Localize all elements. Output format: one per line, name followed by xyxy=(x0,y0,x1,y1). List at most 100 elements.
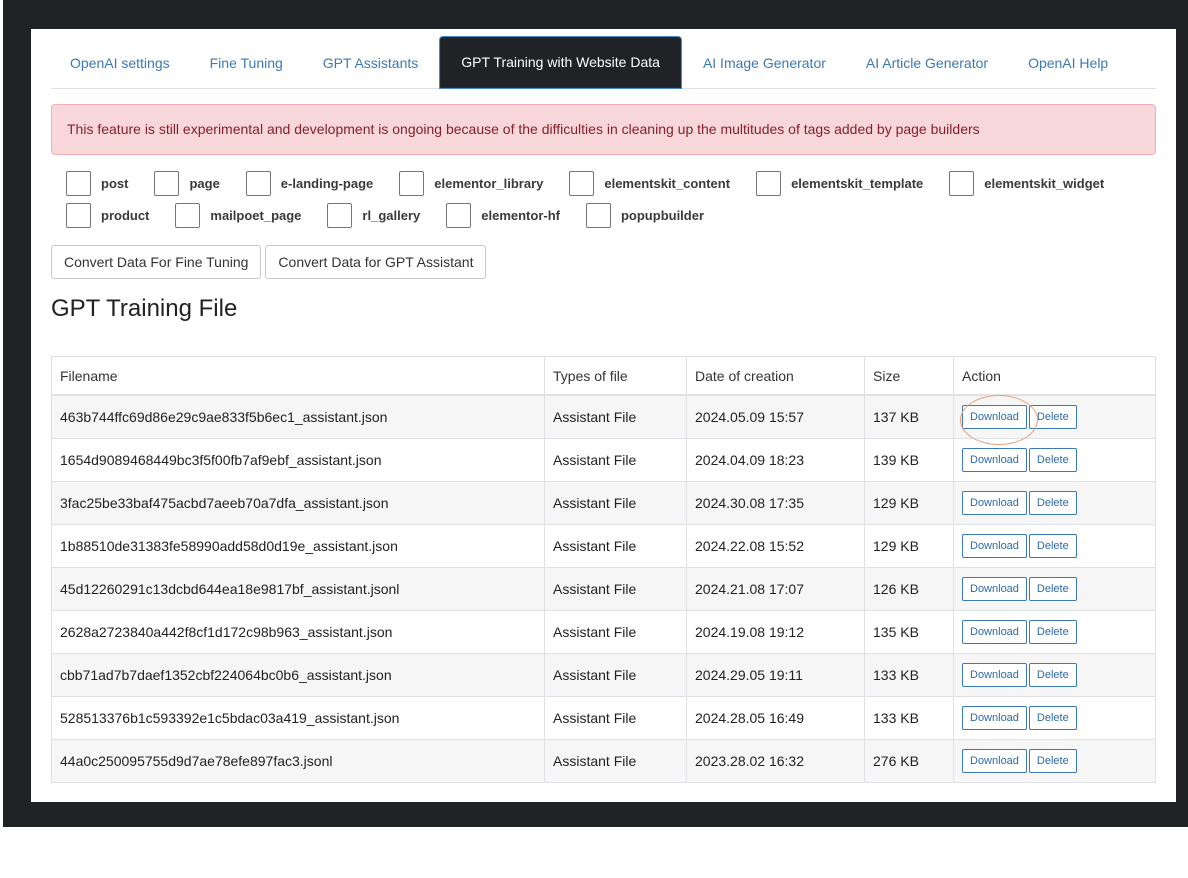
tab-ai-article-generator[interactable]: AI Article Generator xyxy=(847,38,1007,88)
post-type-checkbox[interactable] xyxy=(175,202,201,228)
post-type-option[interactable]: mailpoet_page xyxy=(175,202,313,228)
delete-button[interactable]: Delete xyxy=(1028,491,1077,515)
convert-fine-tuning-button[interactable]: Convert Data For Fine Tuning xyxy=(51,245,262,279)
cell-filename: 1b88510de31383fe58990add58d0d19e_assista… xyxy=(51,524,545,568)
table-row: 44a0c250095755d9d7ae78efe897fac3.jsonl As… xyxy=(51,739,1156,783)
table-row: 3fac25be33baf475acbd7aeeb70a7dfa_assista… xyxy=(51,481,1156,525)
cell-action: Download Delete xyxy=(953,696,1156,740)
cell-action: Download Delete xyxy=(953,481,1156,525)
table-row: 1654d9089468449bc3f5f00fb7af9ebf_assista… xyxy=(51,438,1156,482)
post-type-checkboxes: post page e-landing-page elementor_library e… xyxy=(66,167,1156,231)
post-type-checkbox[interactable] xyxy=(399,170,425,196)
delete-button[interactable]: Delete xyxy=(1028,534,1077,558)
download-button[interactable]: Download xyxy=(962,620,1027,644)
post-type-label: e-landing-page xyxy=(280,175,374,191)
post-type-option[interactable]: post xyxy=(66,170,140,196)
delete-button[interactable]: Delete xyxy=(1028,749,1077,773)
cell-type: Assistant File xyxy=(544,524,687,568)
download-button[interactable]: Download xyxy=(962,448,1027,472)
cell-action: Download Delete xyxy=(953,524,1156,568)
post-type-checkbox[interactable] xyxy=(569,170,595,196)
post-type-label: elementskit_widget xyxy=(984,175,1105,191)
download-button[interactable]: Download xyxy=(962,663,1027,687)
download-button[interactable]: Download xyxy=(962,534,1027,558)
tab-ai-image-generator[interactable]: AI Image Generator xyxy=(684,38,845,88)
cell-action: Download Delete xyxy=(953,739,1156,783)
delete-button[interactable]: Delete xyxy=(1028,577,1077,601)
post-type-option[interactable]: elementor_library xyxy=(399,170,555,196)
post-type-checkbox[interactable] xyxy=(245,170,271,196)
post-type-label: rl_gallery xyxy=(362,207,421,223)
cell-date: 2024.05.09 15:57 xyxy=(686,394,865,439)
post-type-checkbox[interactable] xyxy=(446,202,472,228)
download-button[interactable]: Download xyxy=(962,749,1027,773)
cell-action: Download Delete xyxy=(953,610,1156,654)
post-type-label: page xyxy=(189,175,220,191)
cell-date: 2024.21.08 17:07 xyxy=(686,567,865,611)
post-type-option[interactable]: popupbuilder xyxy=(585,202,716,228)
table-body: 463b744ffc69d86e29c9ae833f5b6ec1_assista… xyxy=(51,394,1156,783)
checkbox-row: product mailpoet_page rl_gallery elementor-… xyxy=(66,199,1156,231)
cell-size: 135 KB xyxy=(864,610,954,654)
training-files-table: Filename Types of file Date of creation … xyxy=(51,356,1156,783)
table-header-row: Filename Types of file Date of creation … xyxy=(51,356,1156,396)
post-type-option[interactable]: rl_gallery xyxy=(327,202,432,228)
post-type-option[interactable]: elementor-hf xyxy=(446,202,572,228)
cell-action: Download Delete xyxy=(953,567,1156,611)
post-type-checkbox[interactable] xyxy=(585,202,611,228)
download-button[interactable]: Download xyxy=(962,405,1027,429)
post-type-checkbox[interactable] xyxy=(756,170,782,196)
tab-gpt-assistants[interactable]: GPT Assistants xyxy=(304,38,437,88)
cell-type: Assistant File xyxy=(544,696,687,740)
app-frame: OpenAI settings Fine Tuning GPT Assistan… xyxy=(3,0,1188,827)
post-type-checkbox[interactable] xyxy=(949,170,975,196)
cell-size: 276 KB xyxy=(864,739,954,783)
header-size: Size xyxy=(864,356,954,396)
delete-button[interactable]: Delete xyxy=(1028,663,1077,687)
post-type-option[interactable]: e-landing-page xyxy=(245,170,385,196)
table-row: 463b744ffc69d86e29c9ae833f5b6ec1_assista… xyxy=(51,394,1156,439)
cell-filename: 44a0c250095755d9d7ae78efe897fac3.jsonl xyxy=(51,739,545,783)
tab-fine-tuning[interactable]: Fine Tuning xyxy=(191,38,302,88)
post-type-checkbox[interactable] xyxy=(154,170,180,196)
post-type-checkbox[interactable] xyxy=(66,202,91,228)
post-type-label: elementskit_template xyxy=(791,175,924,191)
cell-size: 139 KB xyxy=(864,438,954,482)
cell-date: 2024.30.08 17:35 xyxy=(686,481,865,525)
cell-type: Assistant File xyxy=(544,394,687,439)
table-row: cbb71ad7b7daef1352cbf224064bc0b6_assista… xyxy=(51,653,1156,697)
table-row: 528513376b1c593392e1c5bdac03a419_assista… xyxy=(51,696,1156,740)
post-type-label: mailpoet_page xyxy=(210,207,302,223)
cell-size: 129 KB xyxy=(864,524,954,568)
cell-date: 2024.04.09 18:23 xyxy=(686,438,865,482)
post-type-label: post xyxy=(101,175,129,191)
post-type-option[interactable]: product xyxy=(66,202,161,228)
tab-gpt-training-website-data[interactable]: GPT Training with Website Data xyxy=(439,36,682,89)
cell-filename: cbb71ad7b7daef1352cbf224064bc0b6_assista… xyxy=(51,653,545,697)
post-type-option[interactable]: page xyxy=(154,170,231,196)
download-button[interactable]: Download xyxy=(962,577,1027,601)
post-type-option[interactable]: elementskit_template xyxy=(756,170,935,196)
post-type-checkbox[interactable] xyxy=(327,202,353,228)
cell-filename: 45d12260291c13dcbd644ea18e9817bf_assista… xyxy=(51,567,545,611)
post-type-checkbox[interactable] xyxy=(66,170,91,196)
convert-assistant-button[interactable]: Convert Data for GPT Assistant xyxy=(265,245,487,279)
delete-button[interactable]: Delete xyxy=(1028,448,1077,472)
post-type-option[interactable]: elementskit_widget xyxy=(949,170,1116,196)
download-button[interactable]: Download xyxy=(962,706,1027,730)
post-type-option[interactable]: elementskit_content xyxy=(569,170,742,196)
cell-filename: 463b744ffc69d86e29c9ae833f5b6ec1_assista… xyxy=(51,394,545,439)
cell-type: Assistant File xyxy=(544,438,687,482)
delete-button[interactable]: Delete xyxy=(1028,706,1077,730)
post-type-label: popupbuilder xyxy=(620,207,705,223)
cell-filename: 1654d9089468449bc3f5f00fb7af9ebf_assista… xyxy=(51,438,545,482)
cell-size: 129 KB xyxy=(864,481,954,525)
tab-openai-settings[interactable]: OpenAI settings xyxy=(51,38,189,88)
cell-date: 2023.28.02 16:32 xyxy=(686,739,865,783)
cell-type: Assistant File xyxy=(544,481,687,525)
tab-openai-help[interactable]: OpenAI Help xyxy=(1009,38,1127,88)
download-button[interactable]: Download xyxy=(962,491,1027,515)
experimental-alert: This feature is still experimental and d… xyxy=(51,104,1156,155)
delete-button[interactable]: Delete xyxy=(1028,405,1077,429)
delete-button[interactable]: Delete xyxy=(1028,620,1077,644)
